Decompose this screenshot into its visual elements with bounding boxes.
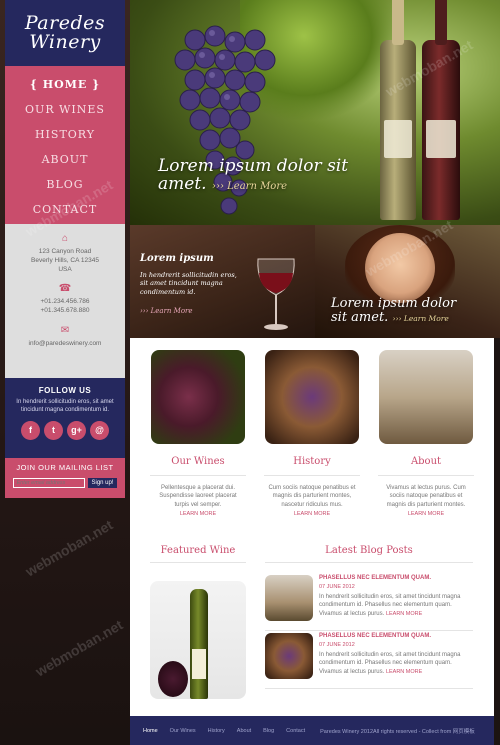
hero-learn-more-link[interactable]: ››› Learn More xyxy=(212,181,287,192)
address-line2: Beverly Hills, CA 12345 xyxy=(31,256,99,264)
red-wine-bottle-image xyxy=(422,0,460,220)
signup-button[interactable]: Sign up! xyxy=(88,478,117,488)
follow-text: In hendrerit sollicitudin eros, sit amet… xyxy=(16,399,114,413)
feature-title[interactable]: About xyxy=(378,456,474,467)
sidebar: Paredes Winery { HOME } OUR WINES HISTOR… xyxy=(5,0,125,498)
grape-press-image[interactable] xyxy=(265,350,359,444)
mail-icon: ✉ xyxy=(60,324,70,336)
follow-title: FOLLOW US xyxy=(38,386,92,395)
blog-post-title[interactable]: PHASELLUS NEC ELEMENTUM QUAM. xyxy=(319,633,431,639)
google-plus-icon[interactable]: g+ xyxy=(67,420,86,440)
features-row: Our Wines Pellentesque a placerat dui. S… xyxy=(130,338,494,533)
feature-title[interactable]: History xyxy=(264,456,360,467)
phone-icon: ☎ xyxy=(58,283,72,295)
nav-item-history[interactable]: HISTORY xyxy=(5,122,125,147)
hero-caption-line2: amet. xyxy=(158,173,207,194)
phone-number-1: +01.234.456.786 xyxy=(40,298,90,306)
follow-us: FOLLOW US In hendrerit sollicitudin eros… xyxy=(5,378,125,458)
white-wine-bottle-image xyxy=(380,0,416,220)
feature-history: History Cum sociis natoque penatibus et … xyxy=(264,350,360,517)
featured-wine-image[interactable] xyxy=(150,581,246,699)
featured-wine-title: Featured Wine xyxy=(160,545,236,556)
footer: Home Our Wines History About Blog Contac… xyxy=(130,716,494,745)
feature-learn-more-link[interactable]: LEARN MORE xyxy=(378,511,474,517)
address-line3: USA xyxy=(58,265,72,273)
blog-post: PHASELLUS NEC ELEMENTUM QUAM. 07 JUNE 20… xyxy=(265,633,473,689)
blog-section-title: Latest Blog Posts xyxy=(325,545,413,556)
blog-post-title[interactable]: PHASELLUS NEC ELEMENTUM QUAM. xyxy=(319,575,431,581)
promo-banner-left[interactable]: Lorem ipsum In hendrerit sollicitudin er… xyxy=(130,225,315,338)
footer-link-our-wines[interactable]: Our Wines xyxy=(170,728,196,734)
twitter-icon[interactable]: t xyxy=(44,420,63,440)
latest-blog-posts: Latest Blog Posts PHASELLUS NEC ELEMENTU… xyxy=(265,545,473,689)
blog-learn-more-link[interactable]: LEARN MORE xyxy=(386,669,422,675)
nav-item-home[interactable]: { HOME } xyxy=(5,72,125,97)
promo-left-text: In hendrerit sollicitudin eros, sit amet… xyxy=(140,271,237,296)
blog-post-thumbnail[interactable] xyxy=(265,575,313,621)
wine-glass-image xyxy=(257,258,295,330)
feature-text: Cum sociis natoque penatibus et magnis d… xyxy=(268,485,356,508)
feature-our-wines: Our Wines Pellentesque a placerat dui. S… xyxy=(150,350,246,517)
feature-learn-more-link[interactable]: LEARN MORE xyxy=(264,511,360,517)
footer-link-blog[interactable]: Blog xyxy=(263,728,274,734)
promo-left-learn-more-link[interactable]: ››› Learn More xyxy=(140,307,193,315)
feature-text: Vivamus at lectus purus. Cum sociis nato… xyxy=(386,485,466,508)
footer-link-home[interactable]: Home xyxy=(143,728,158,734)
promo-right-line1: Lorem ipsum dolor xyxy=(331,296,457,311)
footer-link-history[interactable]: History xyxy=(208,728,225,734)
woman-with-wine-image xyxy=(365,233,435,303)
mailing-list: JOIN OUR MAILING LIST Sign up! xyxy=(5,458,125,498)
logo[interactable]: Paredes Winery xyxy=(5,0,125,66)
nav-item-about[interactable]: ABOUT xyxy=(5,147,125,172)
footer-copyright: Paredes Winery 2012All rights reserved -… xyxy=(320,728,475,735)
main-nav: { HOME } OUR WINES HISTORY ABOUT BLOG CO… xyxy=(5,66,125,224)
email-field[interactable] xyxy=(13,478,86,488)
footer-link-contact[interactable]: Contact xyxy=(286,728,305,734)
home-icon: ⌂ xyxy=(61,233,69,244)
contact-info: ⌂ 123 Canyon Road Beverly Hills, CA 1234… xyxy=(5,224,125,378)
blog-post: PHASELLUS NEC ELEMENTUM QUAM. 07 JUNE 20… xyxy=(265,575,473,631)
feature-title[interactable]: Our Wines xyxy=(150,456,246,467)
hero-caption: Lorem ipsum dolor sit amet. ››› Learn Mo… xyxy=(158,157,348,194)
hero-slider[interactable]: Lorem ipsum dolor sit amet. ››› Learn Mo… xyxy=(130,0,500,225)
feature-text: Pellentesque a placerat dui. Suspendisse… xyxy=(159,485,237,508)
feature-learn-more-link[interactable]: LEARN MORE xyxy=(150,511,246,517)
blog-learn-more-link[interactable]: LEARN MORE xyxy=(386,611,422,617)
blog-post-date: 07 JUNE 2012 xyxy=(319,584,355,590)
footer-link-about[interactable]: About xyxy=(237,728,251,734)
email-link[interactable]: info@paredeswinery.com xyxy=(5,340,125,349)
promo-left-title: Lorem ipsum xyxy=(140,253,214,264)
nav-item-contact[interactable]: CONTACT xyxy=(5,197,125,222)
address-line1: 123 Canyon Road xyxy=(38,248,92,255)
logo-line2: Winery xyxy=(29,31,101,53)
promo-right-caption: Lorem ipsum dolor sit amet. ››› Learn Mo… xyxy=(331,297,456,324)
social-links: f t g+ @ xyxy=(5,420,125,440)
featured-wine: Featured Wine xyxy=(150,545,246,699)
promo-right-line2: sit amet. xyxy=(331,309,389,325)
mailing-title: JOIN OUR MAILING LIST xyxy=(16,463,114,472)
red-grapes-image[interactable] xyxy=(151,350,245,444)
facebook-icon[interactable]: f xyxy=(21,420,40,440)
blog-post-thumbnail[interactable] xyxy=(265,633,313,679)
promo-right-learn-more-link[interactable]: ››› Learn More xyxy=(392,314,448,323)
phone-number-2: +01.345.678.880 xyxy=(40,307,90,315)
promo-banners: Lorem ipsum In hendrerit sollicitudin er… xyxy=(130,225,500,338)
nav-item-our-wines[interactable]: OUR WINES xyxy=(5,97,125,122)
blog-post-date: 07 JUNE 2012 xyxy=(319,642,355,648)
email-icon[interactable]: @ xyxy=(90,420,109,440)
promo-banner-right[interactable]: Lorem ipsum dolor sit amet. ››› Learn Mo… xyxy=(315,225,500,338)
feature-about: About Vivamus at lectus purus. Cum socii… xyxy=(378,350,474,517)
winemaker-cellar-image[interactable] xyxy=(379,350,473,444)
nav-item-blog[interactable]: BLOG xyxy=(5,172,125,197)
main-content: Our Wines Pellentesque a placerat dui. S… xyxy=(130,338,494,716)
